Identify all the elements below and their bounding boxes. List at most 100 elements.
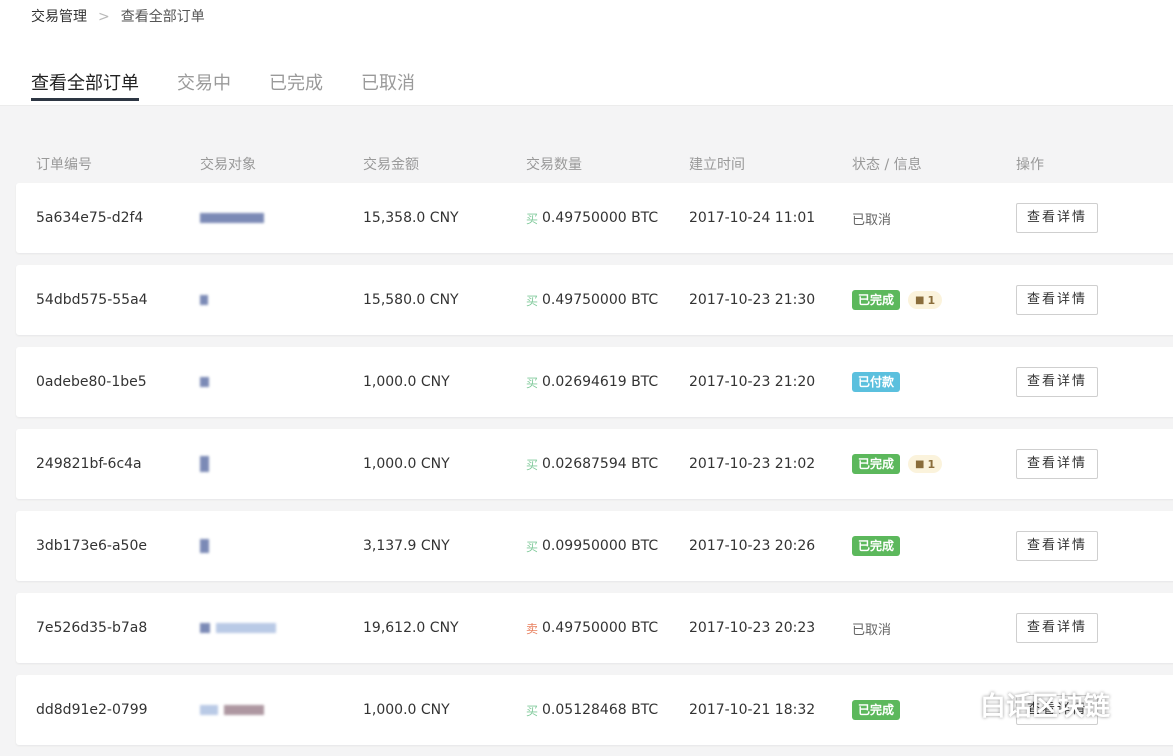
tab-completed[interactable]: 已完成 — [269, 70, 323, 101]
table-header: 订单编号 交易对象 交易金额 交易数量 建立时间 状态 / 信息 操作 — [0, 106, 1173, 183]
status-badge-completed: 已完成 — [852, 290, 901, 310]
view-details-button[interactable]: 查看详情 — [1016, 203, 1098, 233]
redacted-name — [200, 539, 209, 553]
order-id: 54dbd575-55a4 — [36, 292, 148, 308]
redacted-name — [224, 705, 264, 715]
trade-amount: 1,000.0 CNY — [363, 456, 450, 472]
trade-amount: 3,137.9 CNY — [363, 538, 450, 554]
trade-partner-redacted[interactable] — [200, 183, 264, 253]
qty-value: 0.02687594 BTC — [542, 456, 659, 472]
trade-partner-redacted[interactable] — [200, 593, 276, 663]
order-id: dd8d91e2-0799 — [36, 702, 148, 718]
breadcrumb-current: 查看全部订单 — [120, 9, 205, 25]
view-details-button[interactable]: 查看详情 — [1016, 367, 1098, 397]
column-header-id: 订单编号 — [36, 157, 92, 173]
qty-value: 0.09950000 BTC — [542, 538, 659, 554]
trade-partner-redacted[interactable] — [200, 511, 209, 581]
order-id: 5a634e75-d2f4 — [36, 210, 144, 226]
redacted-name — [200, 623, 210, 633]
trade-amount: 15,580.0 CNY — [363, 292, 459, 308]
column-header-qty: 交易数量 — [526, 157, 582, 173]
trade-qty: 买 0.02687594 BTC — [526, 429, 658, 499]
created-time: 2017-10-23 21:20 — [689, 374, 816, 390]
table-row: dd8d91e2-0799 1,000.0 CNY 买 0.05128468 B… — [16, 675, 1173, 745]
order-id: 7e526d35-b7a8 — [36, 620, 148, 636]
operation-cell: 查看详情 — [1016, 347, 1098, 417]
status-badge-completed: 已完成 — [852, 700, 901, 720]
side-buy: 买 — [526, 457, 539, 472]
side-buy: 买 — [526, 375, 539, 390]
order-tabs: 查看全部订单 交易中 已完成 已取消 — [31, 70, 453, 101]
status-cancelled: 已取消 — [852, 212, 892, 228]
redacted-name — [200, 377, 209, 387]
order-status: 已取消 — [852, 593, 891, 663]
trade-partner-redacted[interactable] — [200, 347, 209, 417]
redacted-name — [200, 456, 209, 472]
breadcrumb-root[interactable]: 交易管理 — [31, 7, 87, 27]
side-buy: 买 — [526, 211, 539, 226]
trade-qty: 买 0.05128468 BTC — [526, 675, 658, 745]
view-details-button[interactable]: 查看详情 — [1016, 613, 1098, 643]
created-time: 2017-10-23 20:23 — [689, 620, 816, 636]
status-badge-paid: 已付款 — [852, 372, 901, 392]
column-header-op: 操作 — [1016, 157, 1044, 173]
tab-all-orders[interactable]: 查看全部订单 — [31, 70, 139, 101]
message-count-badge[interactable]: ■ 1 — [908, 455, 943, 473]
column-header-status: 状态 / 信息 — [852, 157, 922, 173]
order-status: 已付款 — [852, 347, 901, 417]
redacted-name — [216, 623, 276, 633]
trade-qty: 买 0.09950000 BTC — [526, 511, 658, 581]
message-count: 1 — [927, 293, 936, 307]
column-header-time: 建立时间 — [689, 157, 745, 173]
side-sell: 卖 — [526, 621, 539, 636]
order-status: 已完成 — [852, 675, 901, 745]
message-count-badge[interactable]: ■ 1 — [908, 291, 943, 309]
qty-value: 0.49750000 BTC — [542, 620, 659, 636]
view-details-button[interactable]: 查看详情 — [1016, 531, 1098, 561]
tab-cancelled[interactable]: 已取消 — [361, 70, 415, 101]
redacted-name — [200, 705, 218, 715]
page-header: 交易管理 > 查看全部订单 查看全部订单 交易中 已完成 已取消 — [0, 0, 1173, 106]
view-details-button[interactable]: 查看详情 — [1016, 285, 1098, 315]
tab-trading[interactable]: 交易中 — [177, 70, 231, 101]
trade-qty: 卖 0.49750000 BTC — [526, 593, 658, 663]
created-time: 2017-10-21 18:32 — [689, 702, 816, 718]
order-id: 3db173e6-a50e — [36, 538, 147, 554]
view-details-button[interactable]: 查看详情 — [1016, 449, 1098, 479]
column-header-amount: 交易金额 — [363, 157, 419, 173]
table-row: 249821bf-6c4a 1,000.0 CNY 买 0.02687594 B… — [16, 429, 1173, 499]
chat-bubble-icon: ■ — [915, 294, 925, 306]
trade-partner-redacted[interactable] — [200, 265, 208, 335]
status-badge-completed: 已完成 — [852, 536, 901, 556]
trade-amount: 1,000.0 CNY — [363, 374, 450, 390]
operation-cell: 查看详情 — [1016, 593, 1098, 663]
created-time: 2017-10-24 11:01 — [689, 210, 816, 226]
view-details-button[interactable]: 查看详情 — [1016, 695, 1098, 725]
trade-amount: 15,358.0 CNY — [363, 210, 459, 226]
created-time: 2017-10-23 21:02 — [689, 456, 816, 472]
breadcrumb-separator: > — [98, 9, 110, 25]
operation-cell: 查看详情 — [1016, 265, 1098, 335]
table-row: 54dbd575-55a4 15,580.0 CNY 买 0.49750000 … — [16, 265, 1173, 335]
order-status: 已完成 — [852, 511, 901, 581]
qty-value: 0.49750000 BTC — [542, 292, 659, 308]
message-count: 1 — [927, 457, 936, 471]
trade-partner-redacted[interactable] — [200, 675, 264, 745]
table-row: 7e526d35-b7a8 19,612.0 CNY 卖 0.49750000 … — [16, 593, 1173, 663]
column-header-target: 交易对象 — [200, 157, 256, 173]
trade-qty: 买 0.49750000 BTC — [526, 183, 658, 253]
order-status: 已取消 — [852, 183, 891, 253]
qty-value: 0.05128468 BTC — [542, 702, 659, 718]
status-cancelled: 已取消 — [852, 622, 892, 638]
qty-value: 0.02694619 BTC — [542, 374, 659, 390]
created-time: 2017-10-23 20:26 — [689, 538, 816, 554]
trade-qty: 买 0.02694619 BTC — [526, 347, 658, 417]
operation-cell: 查看详情 — [1016, 183, 1098, 253]
order-id: 249821bf-6c4a — [36, 456, 142, 472]
order-status: 已完成 ■ 1 — [852, 265, 943, 335]
qty-value: 0.49750000 BTC — [542, 210, 659, 226]
trade-partner-redacted[interactable] — [200, 429, 209, 499]
table-row: 3db173e6-a50e 3,137.9 CNY 买 0.09950000 B… — [16, 511, 1173, 581]
operation-cell: 查看详情 — [1016, 429, 1098, 499]
trade-amount: 1,000.0 CNY — [363, 702, 450, 718]
